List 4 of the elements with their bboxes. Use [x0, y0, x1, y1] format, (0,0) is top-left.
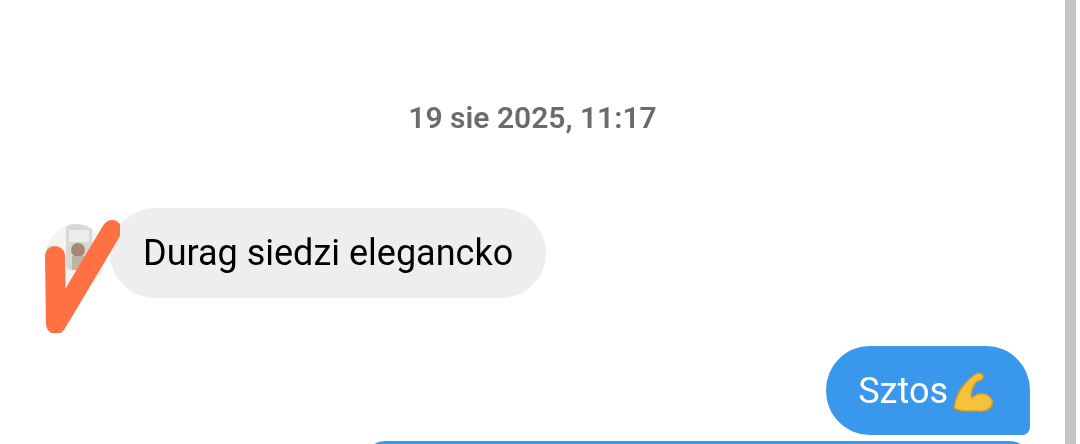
timestamp: 19 sie 2025, 11:17 — [408, 99, 657, 137]
scrollbar[interactable] — [1065, 0, 1076, 444]
message-text: Sztos — [858, 368, 948, 414]
message-text: Durag siedzi elegancko — [143, 231, 514, 276]
